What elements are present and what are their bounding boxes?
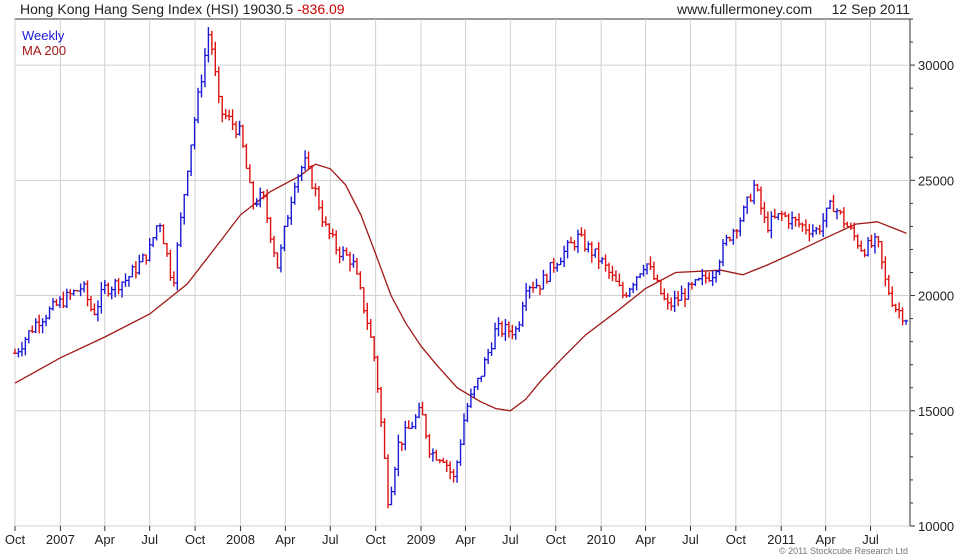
x-tick-label: Apr xyxy=(275,532,296,547)
y-axis: 10000 15000 20000 25000 30000 xyxy=(910,18,954,534)
x-tick-label: Jul xyxy=(862,532,879,547)
x-tick-label: 2009 xyxy=(407,532,436,547)
x-tick-label: 2011 xyxy=(767,532,795,547)
copyright: © 2011 Stockcube Research Ltd xyxy=(779,546,908,556)
legend-weekly: Weekly xyxy=(22,28,65,43)
x-tick-label: Oct xyxy=(546,532,567,547)
x-tick-label: Jul xyxy=(322,532,339,547)
x-axis: Oct 2007 Apr Jul Oct 2008 Apr Jul Oct 2009 Apr Jul O… xyxy=(5,526,879,547)
chart-canvas: Oct 2007 Apr Jul Oct 2008 Apr Jul Oct 2009 Apr Jul O… xyxy=(5,18,954,556)
x-tick-label: Jul xyxy=(502,532,519,547)
y-tick-label: 15000 xyxy=(918,404,954,419)
x-tick-label: Oct xyxy=(366,532,387,547)
x-tick-label: 2010 xyxy=(587,532,616,547)
x-tick-label: Oct xyxy=(726,532,747,547)
x-tick-label: 2007 xyxy=(46,532,75,547)
legend-ma-200: MA 200 xyxy=(22,43,66,58)
x-tick-label: Apr xyxy=(455,532,476,547)
x-tick-label: Jul xyxy=(141,532,158,547)
x-tick-label: Oct xyxy=(5,532,26,547)
x-tick-label: 2008 xyxy=(226,532,255,547)
x-tick-label: Apr xyxy=(95,532,116,547)
x-tick-label: Oct xyxy=(185,532,206,547)
y-tick-label: 25000 xyxy=(918,173,954,188)
x-tick-label: Jul xyxy=(682,532,699,547)
x-tick-label: Apr xyxy=(816,532,837,547)
y-tick-label: 20000 xyxy=(918,289,954,304)
x-tick-label: Apr xyxy=(635,532,656,547)
y-tick-label: 10000 xyxy=(918,519,954,534)
y-tick-label: 30000 xyxy=(918,58,954,73)
